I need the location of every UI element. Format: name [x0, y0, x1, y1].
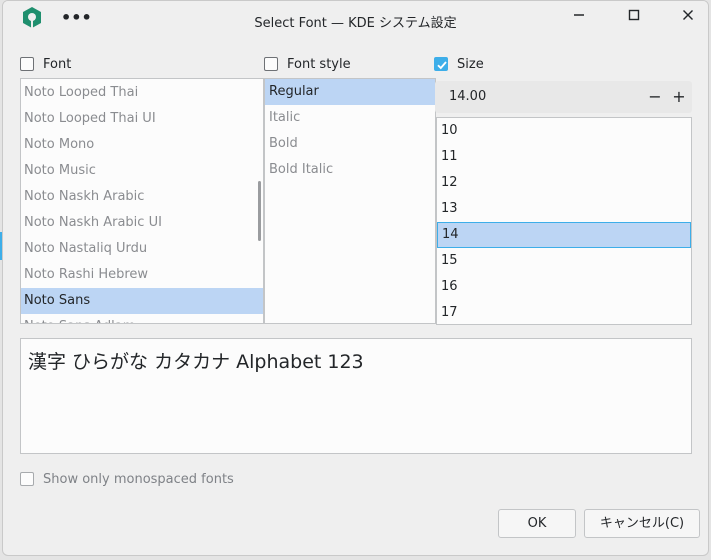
font-list-item[interactable]: Noto Sans Adlam [21, 314, 263, 323]
font-size-list[interactable]: 10 11 12 13 14 15 16 17 [436, 117, 692, 325]
font-style-checkbox-label: Font style [287, 56, 351, 72]
style-list-item[interactable]: Italic [265, 105, 435, 131]
preview-text[interactable]: 漢字 ひらがな カタカナ Alphabet 123 [28, 347, 364, 374]
font-list-item[interactable]: Noto Naskh Arabic [21, 184, 263, 210]
size-list-item[interactable]: 14 [437, 222, 691, 248]
style-list-item[interactable]: Regular [265, 79, 435, 105]
size-list-item[interactable]: 11 [437, 144, 691, 170]
size-list-item[interactable]: 13 [437, 196, 691, 222]
size-list-item[interactable]: 15 [437, 248, 691, 274]
font-preview[interactable]: 漢字 ひらがな カタカナ Alphabet 123 [20, 338, 692, 454]
font-list-scrollbar[interactable] [258, 181, 261, 241]
style-list-item[interactable]: Bold Italic [265, 157, 435, 183]
size-spinbox[interactable]: 14.00 − + [435, 81, 692, 113]
font-list-item[interactable]: Noto Naskh Arabic UI [21, 210, 263, 236]
font-checkbox-label: Font [43, 56, 72, 72]
close-button[interactable] [676, 7, 700, 29]
font-style-list[interactable]: Regular Italic Bold Bold Italic [264, 78, 436, 324]
font-style-column-toggle[interactable]: Font style [264, 54, 351, 74]
size-list-item[interactable]: 17 [437, 300, 691, 324]
size-value[interactable]: 14.00 [449, 89, 486, 104]
font-style-checkbox[interactable] [264, 57, 278, 71]
font-column-toggle[interactable]: Font [20, 54, 71, 74]
font-family-list[interactable]: Noto Looped Thai Noto Looped Thai UI Noto … [20, 78, 264, 324]
size-checkbox-label: Size [457, 56, 484, 72]
size-column-toggle[interactable]: Size [434, 54, 484, 74]
font-list-item[interactable]: Noto Rashi Hebrew [21, 262, 263, 288]
minimize-button[interactable] [567, 7, 591, 29]
ok-button[interactable]: OK [498, 509, 576, 538]
select-font-dialog: ••• Select Font — KDE システム設定 Font Font s… [2, 0, 709, 556]
size-decrease-button[interactable]: − [645, 87, 665, 107]
font-list-item[interactable]: Noto Nastaliq Urdu [21, 236, 263, 262]
font-list-item[interactable]: Noto Mono [21, 132, 263, 158]
font-list-item[interactable]: Noto Looped Thai UI [21, 106, 263, 132]
monospace-checkbox-label: Show only monospaced fonts [43, 471, 234, 487]
size-list-item[interactable]: 16 [437, 274, 691, 300]
font-list-item[interactable]: Noto Looped Thai [21, 80, 263, 106]
size-increase-button[interactable]: + [669, 87, 689, 107]
title-bar: ••• Select Font — KDE システム設定 [3, 1, 708, 37]
font-list-item[interactable]: Noto Sans [21, 288, 263, 314]
window-title: Select Font — KDE システム設定 [254, 16, 457, 31]
monospace-checkbox[interactable] [20, 472, 34, 486]
monospace-toggle[interactable]: Show only monospaced fonts [20, 469, 234, 489]
size-checkbox[interactable] [434, 57, 448, 71]
font-list-item[interactable]: Noto Music [21, 158, 263, 184]
cancel-button[interactable]: キャンセル(C) [584, 509, 700, 538]
maximize-button[interactable] [622, 7, 646, 29]
font-checkbox[interactable] [20, 57, 34, 71]
checkmark-icon [437, 61, 447, 70]
size-list-item[interactable]: 10 [437, 118, 691, 144]
style-list-item[interactable]: Bold [265, 131, 435, 157]
size-list-item[interactable]: 12 [437, 170, 691, 196]
